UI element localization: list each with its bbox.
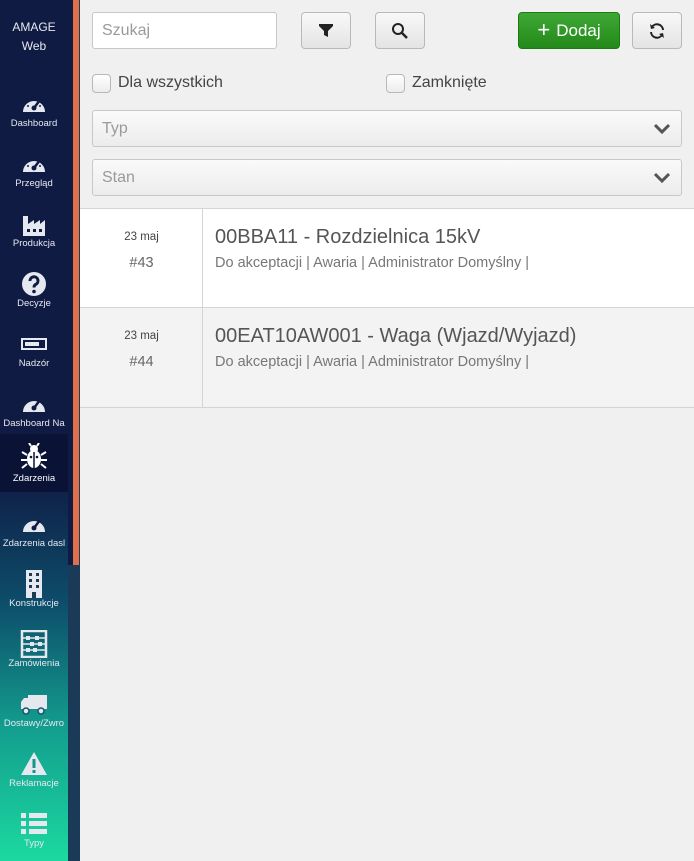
gauge-icon — [23, 519, 45, 532]
sidebar-item-label: Dashboard Na — [3, 418, 65, 429]
chevron-down-icon — [653, 172, 671, 184]
filter-icon — [319, 23, 333, 37]
building-icon — [26, 570, 42, 598]
sidebar-item-produkcja[interactable]: Produkcja — [0, 204, 68, 264]
sidebar-item-reklamacje[interactable]: Reklamacje — [0, 744, 68, 804]
list-icon — [21, 813, 47, 834]
list-item[interactable]: 23 maj #43 00BBA11 - Rozdzielnica 15kV D… — [80, 208, 694, 308]
main-content: + Dodaj Dla wszystkich Zamknięte Typ Sta… — [80, 0, 694, 861]
brand-line2: Web — [21, 39, 47, 53]
brand-line1: AMAGE — [12, 20, 56, 34]
sidebar-item-zamowienia[interactable]: Zamówienia — [0, 624, 68, 684]
sidebar-item-label: Produkcja — [12, 238, 56, 249]
plus-icon: + — [537, 16, 551, 42]
sidebar-item-zdarzenia[interactable]: Zdarzenia — [0, 434, 68, 492]
battery-icon — [21, 338, 47, 350]
sidebar-item-label: Zdarzenia — [12, 473, 56, 484]
sidebar-item-label: Przegląd — [15, 178, 53, 189]
event-meta: Do akceptacji | Awaria | Administrator D… — [215, 255, 530, 271]
state-select-placeholder: Stan — [102, 168, 135, 186]
sidebar: AMAGE Web Dashboard Przegląd Produkcja D… — [0, 0, 68, 861]
sidebar-item-label: Zamówienia — [8, 658, 60, 669]
sidebar-item-label: Dashboard — [10, 118, 58, 129]
brand: AMAGE Web — [0, 18, 68, 56]
type-select[interactable]: Typ — [92, 110, 682, 147]
search-button[interactable] — [375, 12, 425, 49]
events-list: 23 maj #43 00BBA11 - Rozdzielnica 15kV D… — [80, 208, 694, 408]
checkbox-box[interactable] — [92, 73, 111, 93]
sidebar-item-nadzor[interactable]: Nadzór — [0, 324, 68, 384]
gauge-icon — [23, 159, 45, 172]
closed-checkbox[interactable]: Zamknięte — [386, 73, 487, 93]
for-all-label: Dla wszystkich — [118, 74, 223, 91]
sidebar-item-dostawy[interactable]: Dostawy/Zwro — [0, 684, 68, 744]
state-select[interactable]: Stan — [92, 159, 682, 196]
sidebar-item-label: Typy — [23, 838, 45, 849]
sidebar-item-label: Decyzje — [17, 298, 51, 309]
sidebar-item-dashboard[interactable]: Dashboard — [0, 84, 68, 144]
chevron-down-icon — [653, 123, 671, 135]
event-date: 23 maj — [124, 231, 159, 243]
sidebar-item-konstrukcje[interactable]: Konstrukcje — [0, 564, 68, 624]
sidebar-item-przeglad[interactable]: Przegląd — [0, 144, 68, 204]
sidebar-item-zdarzenia-dash[interactable]: Zdarzenia dasl — [0, 504, 68, 564]
checkbox-box[interactable] — [386, 73, 405, 93]
event-date: 23 maj — [124, 330, 159, 342]
factory-icon — [23, 216, 45, 236]
sidebar-item-label: Konstrukcje — [9, 598, 59, 609]
gauge-icon — [23, 99, 45, 112]
truck-icon — [21, 695, 47, 715]
abacus-icon — [20, 630, 48, 658]
closed-label: Zamknięte — [412, 74, 487, 91]
refresh-button[interactable] — [632, 12, 682, 49]
add-button-label: Dodaj — [556, 20, 601, 40]
event-meta: Do akceptacji | Awaria | Administrator D… — [215, 354, 530, 370]
event-number: #43 — [129, 255, 154, 271]
event-title: 00BBA11 - Rozdzielnica 15kV — [215, 226, 481, 248]
warning-icon — [21, 752, 47, 775]
bug-icon — [21, 443, 47, 469]
refresh-icon — [650, 22, 664, 39]
list-item-left: 23 maj #43 — [80, 209, 203, 307]
question-icon — [22, 272, 46, 296]
sidebar-item-label: Nadzór — [18, 358, 50, 369]
list-item-left: 23 maj #44 — [80, 308, 203, 407]
event-title: 00EAT10AW001 - Waga (Wjazd/Wyjazd) — [215, 325, 577, 347]
for-all-checkbox[interactable]: Dla wszystkich — [92, 73, 223, 93]
list-item[interactable]: 23 maj #44 00EAT10AW001 - Waga (Wjazd/Wy… — [80, 308, 694, 408]
filter-button[interactable] — [301, 12, 351, 49]
gauge-icon — [23, 399, 45, 412]
add-button[interactable]: + Dodaj — [518, 12, 620, 49]
sidebar-item-typy[interactable]: Typy — [0, 804, 68, 861]
accent-bar — [73, 0, 79, 565]
sidebar-item-label: Zdarzenia dasl — [2, 538, 66, 549]
search-icon — [392, 22, 408, 39]
search-input[interactable] — [92, 12, 277, 49]
sidebar-item-label: Dostawy/Zwro — [3, 718, 65, 729]
sidebar-item-label: Reklamacje — [9, 778, 59, 789]
event-number: #44 — [129, 354, 154, 370]
type-select-placeholder: Typ — [102, 119, 128, 137]
sidebar-item-decyzje[interactable]: Decyzje — [0, 264, 68, 324]
